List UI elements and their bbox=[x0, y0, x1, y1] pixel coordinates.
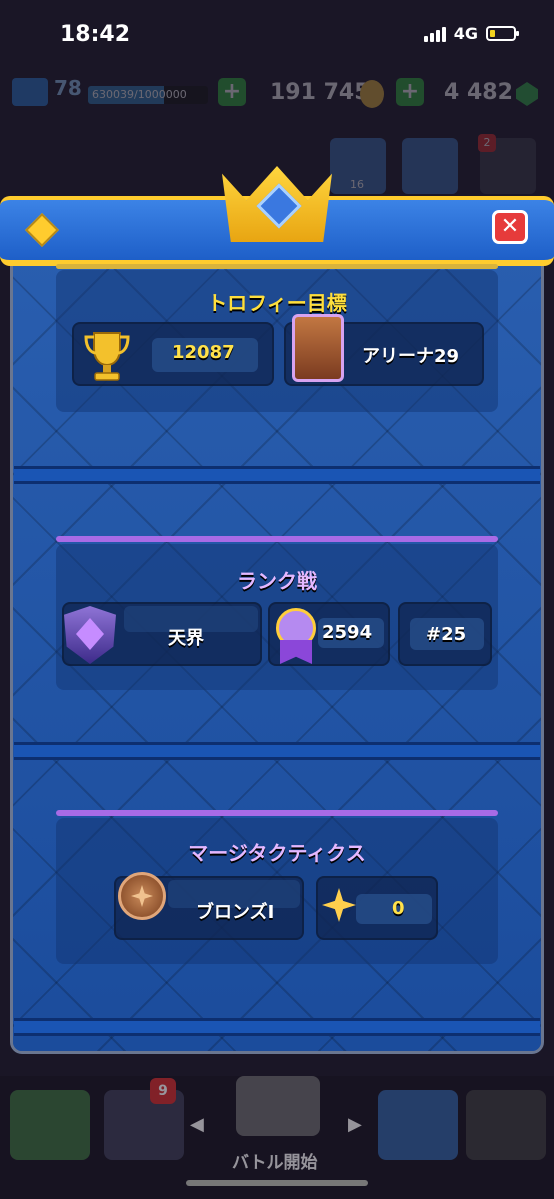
battle-tab-icon bbox=[236, 1076, 320, 1136]
level-icon bbox=[12, 78, 48, 106]
ranked-position: #25 bbox=[426, 624, 467, 645]
add-gems-button: + bbox=[396, 78, 424, 106]
coin-icon bbox=[360, 80, 384, 108]
signal-icon bbox=[423, 26, 446, 42]
status-right: 4G bbox=[423, 24, 519, 43]
trophy-count: 12087 bbox=[172, 342, 235, 363]
merge-section-line bbox=[56, 810, 498, 816]
merge-section-title: マージタクティクス bbox=[188, 841, 366, 865]
cards-badge: 9 bbox=[150, 1078, 176, 1104]
network-label: 4G bbox=[453, 24, 478, 43]
ranked-rating: 2594 bbox=[322, 622, 373, 643]
merge-points: 0 bbox=[392, 898, 405, 919]
add-gold-button: + bbox=[218, 78, 246, 106]
status-time: 18:42 bbox=[60, 22, 131, 47]
section-divider bbox=[14, 466, 540, 484]
trophy-section-title: トロフィー目標 bbox=[207, 291, 347, 315]
clan-tab-icon bbox=[378, 1090, 458, 1160]
ranked-section-line bbox=[56, 536, 498, 542]
menu-badge: 2 bbox=[478, 134, 496, 152]
gold-value: 191 745 bbox=[270, 80, 370, 105]
section-divider-3 bbox=[14, 1018, 540, 1036]
shop-tab-icon bbox=[10, 1090, 90, 1160]
battle-label: バトル開始 bbox=[232, 1153, 318, 1173]
gem-icon bbox=[516, 82, 538, 106]
news-icon bbox=[402, 138, 458, 194]
close-button[interactable]: ✕ bbox=[492, 210, 528, 244]
section-divider-2 bbox=[14, 742, 540, 760]
nav-left-arrow-icon: ◀ bbox=[190, 1114, 204, 1135]
ranked-league-name: 天界 bbox=[168, 628, 204, 649]
nav-right-arrow-icon: ▶ bbox=[348, 1114, 362, 1135]
trophy-section-line bbox=[56, 264, 498, 269]
battery-icon bbox=[486, 26, 519, 41]
arena-name: アリーナ29 bbox=[362, 346, 460, 367]
arena-icon bbox=[292, 314, 344, 382]
background-topbar: 78 630039/1000000 + 191 745 + 4 482 bbox=[0, 68, 554, 120]
ranked-section-title: ランク戦 bbox=[237, 569, 317, 593]
trophy-icon bbox=[84, 332, 130, 381]
gems-value: 4 482 bbox=[444, 80, 513, 105]
friends-count: 16 bbox=[350, 178, 364, 191]
level-value: 78 bbox=[54, 76, 82, 100]
home-indicator bbox=[186, 1180, 368, 1186]
xp-text: 630039/1000000 bbox=[92, 88, 187, 101]
background-buttons: 16 2 bbox=[330, 134, 550, 194]
events-tab-icon bbox=[466, 1090, 546, 1160]
merge-league-name: ブロンズI bbox=[196, 902, 275, 923]
